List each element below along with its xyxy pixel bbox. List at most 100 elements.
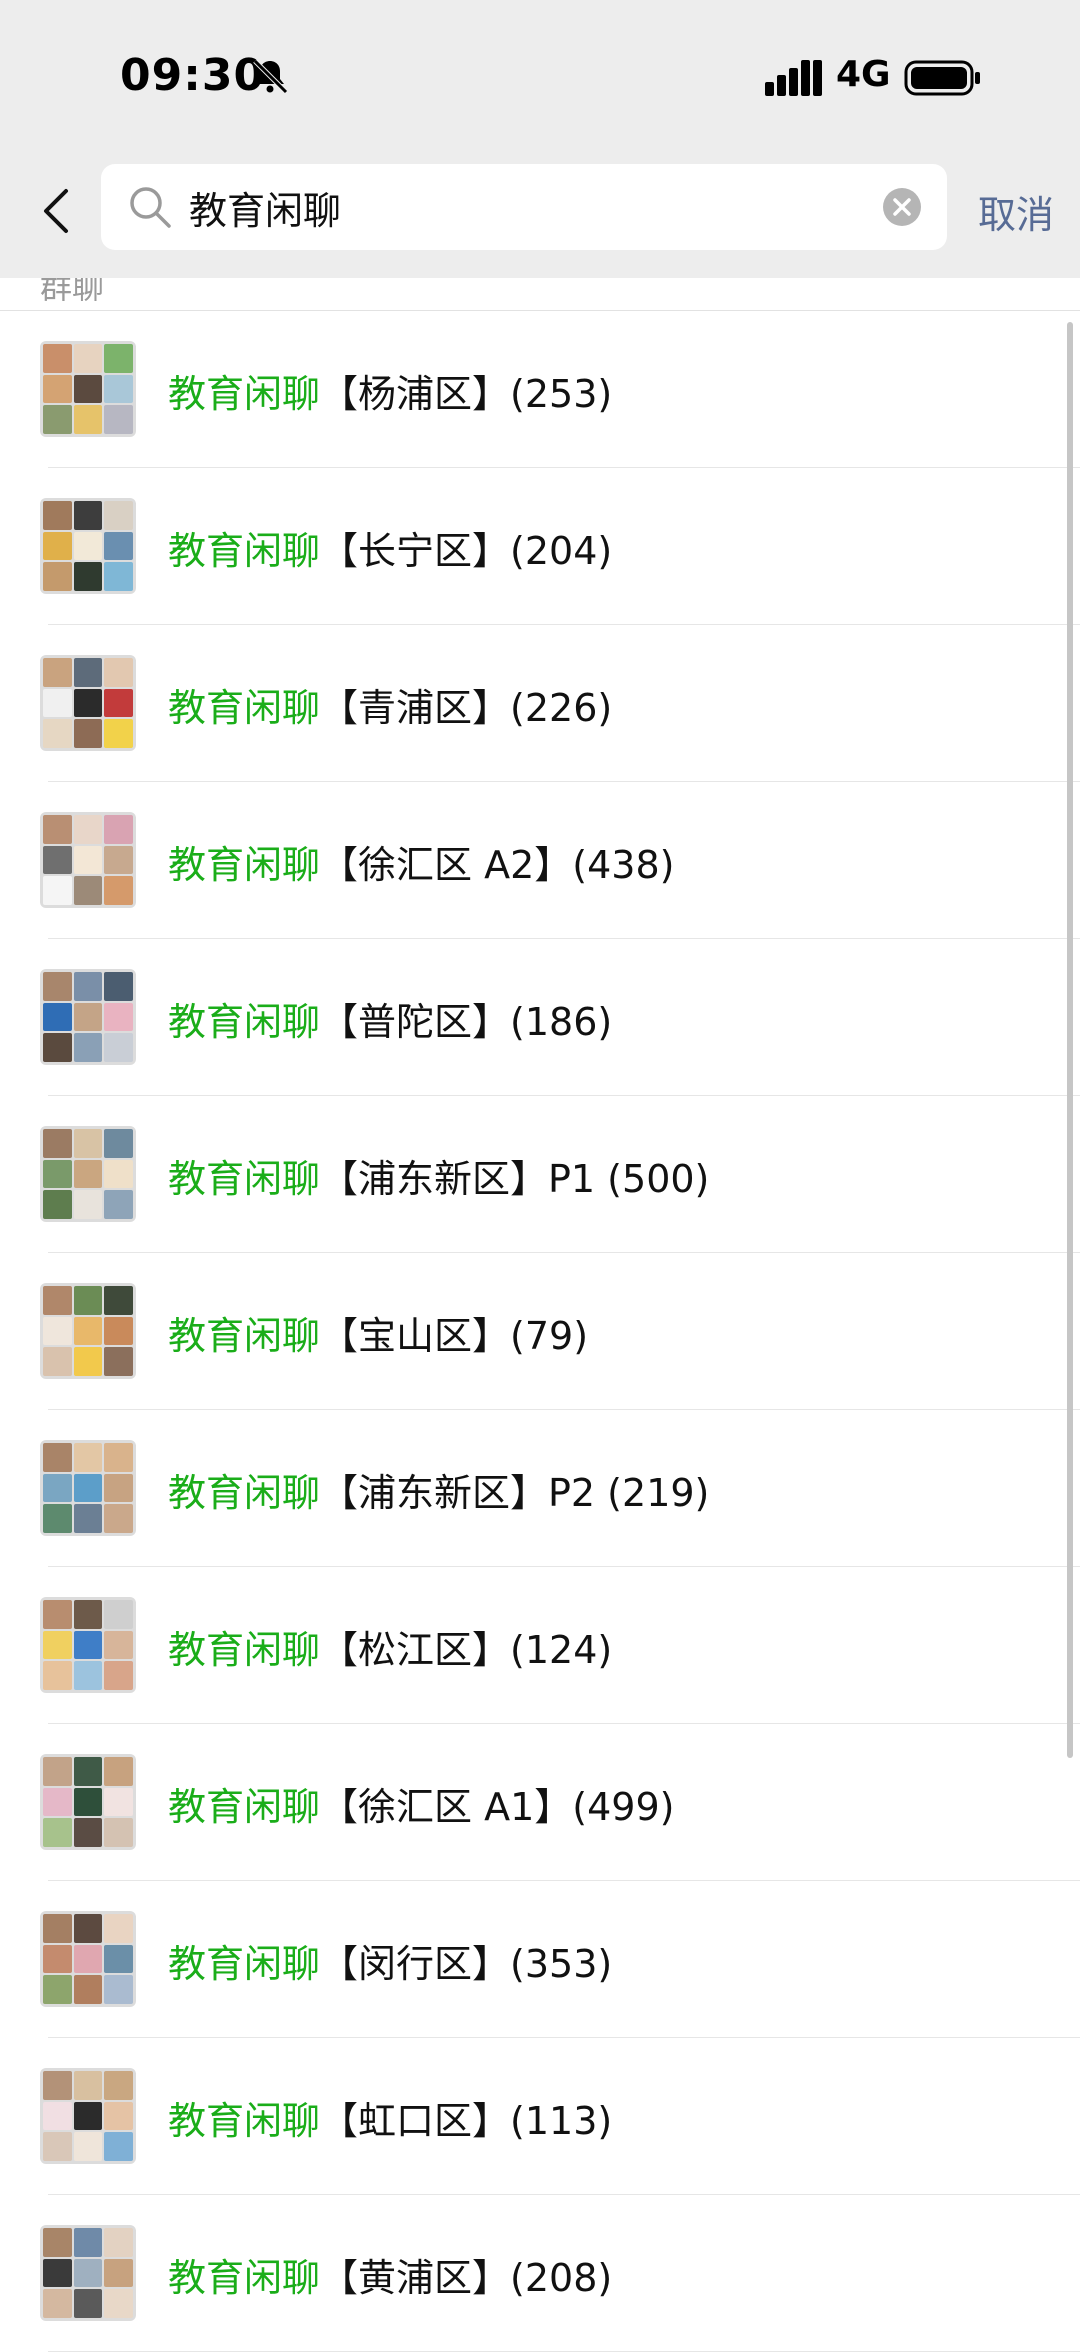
- network-type: 4G: [836, 54, 891, 95]
- result-row[interactable]: 教育闲聊【徐汇区 A1】(499): [0, 1724, 1080, 1881]
- scrollbar[interactable]: [1067, 322, 1073, 1758]
- avatar-tile: [73, 374, 103, 404]
- avatar-tile: [104, 876, 133, 905]
- result-row[interactable]: 教育闲聊【黄浦区】(208): [0, 2195, 1080, 2352]
- result-title-rest: 【徐汇区 A1】(499): [320, 1785, 675, 1829]
- avatar-tile: [73, 1914, 103, 1943]
- result-title: 教育闲聊【宝山区】(79): [168, 1305, 588, 1360]
- result-row[interactable]: 教育闲聊【松江区】(124): [0, 1567, 1080, 1724]
- avatar-tile: [104, 719, 133, 748]
- avatar-tile: [104, 1002, 133, 1032]
- result-title-rest: 【黄浦区】(208): [320, 2256, 613, 2300]
- avatar-tile: [43, 658, 72, 687]
- avatar-tile: [43, 1914, 72, 1943]
- battery-icon: [904, 60, 980, 96]
- search-icon: [130, 187, 171, 228]
- avatar-tile: [43, 531, 72, 561]
- result-row[interactable]: 教育闲聊【青浦区】(226): [0, 625, 1080, 782]
- result-title: 教育闲聊【徐汇区 A2】(438): [168, 834, 674, 889]
- result-row[interactable]: 教育闲聊【浦东新区】P1 (500): [0, 1096, 1080, 1253]
- avatar-tile: [73, 1944, 103, 1974]
- avatar-tile: [73, 658, 103, 687]
- avatar-tile: [104, 1944, 133, 1974]
- avatar-tile: [43, 1347, 72, 1376]
- clear-icon[interactable]: [883, 188, 921, 226]
- avatar-tile: [104, 972, 133, 1001]
- avatar-tile: [104, 1316, 133, 1346]
- result-title-rest: 【青浦区】(226): [320, 686, 613, 730]
- group-avatar: [40, 812, 136, 908]
- avatar-tile: [104, 1443, 133, 1472]
- avatar-tile: [43, 1630, 72, 1660]
- avatar-tile: [104, 1504, 133, 1533]
- result-title-highlight: 教育闲聊: [168, 529, 321, 573]
- result-title-rest: 【松江区】(124): [320, 1628, 613, 1672]
- result-title: 教育闲聊【长宁区】(204): [168, 520, 612, 575]
- result-row[interactable]: 教育闲聊【长宁区】(204): [0, 468, 1080, 625]
- avatar-tile: [73, 815, 103, 844]
- result-title-rest: 【宝山区】(79): [320, 1314, 589, 1358]
- avatar-tile: [104, 1787, 133, 1817]
- avatar-tile: [104, 688, 133, 718]
- avatar-tile: [104, 344, 133, 373]
- avatar-tile: [104, 1473, 133, 1503]
- avatar-tile: [43, 688, 72, 718]
- avatar-tile: [73, 2228, 103, 2257]
- avatar-tile: [73, 2258, 103, 2288]
- group-avatar: [40, 2068, 136, 2164]
- avatar-tile: [73, 501, 103, 530]
- avatar-tile: [43, 1787, 72, 1817]
- result-title-rest: 【普陀区】(186): [320, 1000, 613, 1044]
- search-header: 取消: [0, 150, 1080, 278]
- avatar-tile: [73, 1002, 103, 1032]
- avatar-tile: [43, 845, 72, 875]
- avatar-tile: [73, 1630, 103, 1660]
- result-row[interactable]: 教育闲聊【徐汇区 A2】(438): [0, 782, 1080, 939]
- avatar-tile: [43, 876, 72, 905]
- result-title: 教育闲聊【虹口区】(113): [168, 2090, 612, 2145]
- back-button[interactable]: [30, 180, 82, 242]
- result-row[interactable]: 教育闲聊【虹口区】(113): [0, 2038, 1080, 2195]
- result-row[interactable]: 教育闲聊【普陀区】(186): [0, 939, 1080, 1096]
- result-title: 教育闲聊【浦东新区】P1 (500): [168, 1148, 709, 1203]
- avatar-tile: [43, 2071, 72, 2100]
- result-row[interactable]: 教育闲聊【闵行区】(353): [0, 1881, 1080, 2038]
- avatar-tile: [43, 1190, 72, 1219]
- avatar-tile: [73, 876, 103, 905]
- avatar-tile: [43, 562, 72, 591]
- result-title-highlight: 教育闲聊: [168, 1785, 321, 1829]
- avatar-tile: [104, 2228, 133, 2257]
- result-title-rest: 【浦东新区】P1 (500): [320, 1157, 710, 1201]
- cancel-button[interactable]: 取消: [978, 184, 1054, 239]
- group-avatar: [40, 1754, 136, 1850]
- result-row[interactable]: 教育闲聊【宝山区】(79): [0, 1253, 1080, 1410]
- result-title: 教育闲聊【松江区】(124): [168, 1619, 612, 1674]
- result-row[interactable]: 教育闲聊【浦东新区】P2 (219): [0, 1410, 1080, 1567]
- avatar-tile: [104, 2132, 133, 2161]
- avatar-tile: [43, 1316, 72, 1346]
- avatar-tile: [73, 1975, 103, 2004]
- avatar-tile: [43, 1473, 72, 1503]
- avatar-tile: [73, 344, 103, 373]
- result-title: 教育闲聊【黄浦区】(208): [168, 2247, 612, 2302]
- group-avatar: [40, 969, 136, 1065]
- search-input[interactable]: [189, 170, 829, 244]
- group-avatar: [40, 655, 136, 751]
- search-box[interactable]: [101, 164, 947, 250]
- avatar-tile: [43, 2228, 72, 2257]
- avatar-tile: [104, 562, 133, 591]
- result-row[interactable]: 教育闲聊【杨浦区】(253): [0, 311, 1080, 468]
- section-title: 群聊: [40, 278, 105, 306]
- avatar-tile: [104, 1600, 133, 1629]
- result-title-highlight: 教育闲聊: [168, 1000, 321, 1044]
- result-title-highlight: 教育闲聊: [168, 686, 321, 730]
- avatar-tile: [104, 2101, 133, 2131]
- avatar-tile: [43, 1757, 72, 1786]
- avatar-tile: [43, 1129, 72, 1158]
- result-title: 教育闲聊【闵行区】(353): [168, 1933, 612, 1988]
- avatar-tile: [43, 972, 72, 1001]
- result-title-rest: 【浦东新区】P2 (219): [320, 1471, 710, 1515]
- group-avatar: [40, 1597, 136, 1693]
- avatar-tile: [43, 1033, 72, 1062]
- group-avatar: [40, 341, 136, 437]
